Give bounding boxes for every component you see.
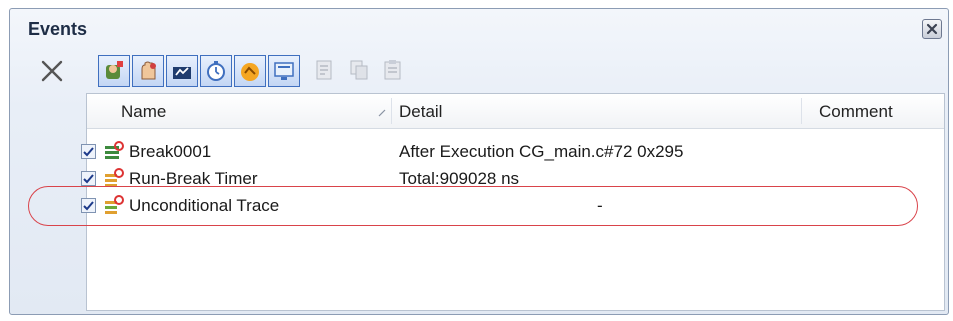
software-break-button[interactable] xyxy=(132,55,164,87)
hardware-break-icon xyxy=(106,61,123,79)
break-event-icon xyxy=(105,141,124,159)
timer-event-button[interactable] xyxy=(200,55,232,87)
paste-event-icon xyxy=(384,60,401,80)
edit-condition-icon xyxy=(316,60,332,80)
trace-event-icon xyxy=(173,67,191,79)
delete-icon xyxy=(41,60,63,82)
edit-condition-button[interactable] xyxy=(310,55,342,87)
panel-titlebar: Events xyxy=(10,9,948,45)
software-break-icon xyxy=(141,61,156,80)
delete-button[interactable] xyxy=(36,55,68,87)
toolbar xyxy=(10,47,948,91)
list-header: Name Detail Comment xyxy=(87,94,944,129)
table-row[interactable]: Unconditional Trace - xyxy=(81,194,944,218)
column-separator[interactable] xyxy=(391,98,392,124)
event-detail: - xyxy=(597,196,603,215)
checkmark-icon xyxy=(83,201,94,211)
event-detail: After Execution CG_main.c#72 0x295 xyxy=(399,142,684,161)
checkmark-icon xyxy=(83,147,94,157)
event-name: Unconditional Trace xyxy=(129,196,280,215)
event-detail: Total:909028 ns xyxy=(399,169,520,188)
table-row[interactable]: Break0001 After Execution CG_main.c#72 0… xyxy=(81,140,944,164)
column-header-name[interactable]: Name xyxy=(121,102,166,122)
action-event-icon xyxy=(241,63,259,81)
trace-result-icon xyxy=(105,195,124,214)
column-separator[interactable] xyxy=(801,98,802,124)
events-list: Name Detail Comment Break0001 After Exec… xyxy=(81,93,945,311)
hardware-break-button[interactable] xyxy=(98,55,130,87)
copy-event-icon xyxy=(350,60,368,80)
row-checkbox[interactable] xyxy=(81,144,96,159)
close-icon xyxy=(926,23,938,35)
panel-title: Events xyxy=(28,19,88,39)
sort-indicator-icon xyxy=(378,109,386,117)
close-button[interactable] xyxy=(922,19,942,39)
trace-event-button[interactable] xyxy=(166,55,198,87)
checkmark-icon xyxy=(83,174,94,184)
action-event-button[interactable] xyxy=(234,55,266,87)
display-event-icon xyxy=(274,62,294,80)
display-event-button[interactable] xyxy=(268,55,300,87)
event-name: Run-Break Timer xyxy=(129,169,258,188)
row-checkbox[interactable] xyxy=(81,171,96,186)
events-panel: Events Name Detail Comment Break0001 Aft… xyxy=(9,8,949,315)
timer-event-icon xyxy=(207,61,225,81)
event-name: Break0001 xyxy=(129,142,212,161)
copy-event-button[interactable] xyxy=(344,55,376,87)
paste-event-button[interactable] xyxy=(378,55,410,87)
column-header-comment[interactable]: Comment xyxy=(819,102,893,122)
row-checkbox[interactable] xyxy=(81,198,96,213)
timer-result-icon xyxy=(105,168,124,187)
column-header-detail[interactable]: Detail xyxy=(399,102,442,122)
table-row[interactable]: Run-Break Timer Total:909028 ns xyxy=(81,167,944,191)
